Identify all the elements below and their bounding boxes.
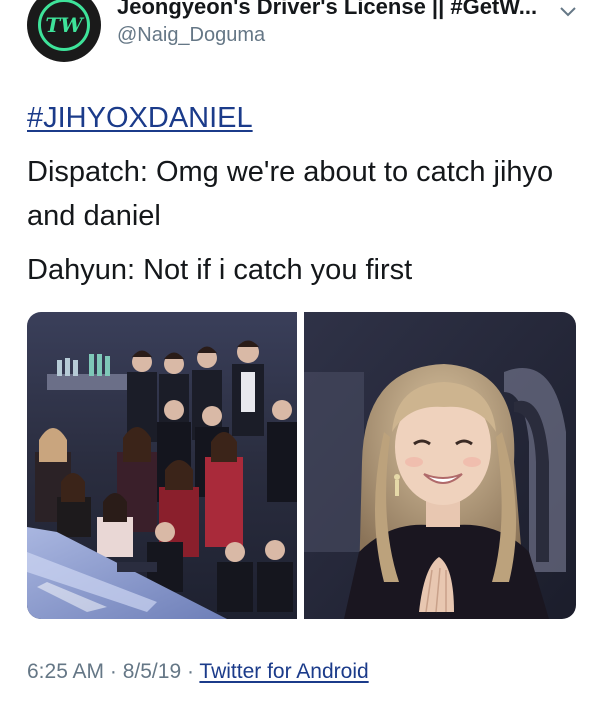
tweet-body: #JIHYOXDANIEL Dispatch: Omg we're about … (27, 96, 587, 302)
tweet-source-link[interactable]: Twitter for Android (199, 660, 368, 683)
avatar[interactable]: TW (27, 0, 101, 62)
meta-separator: · (104, 660, 123, 683)
author-display-name[interactable]: Jeongyeon's Driver's License || #GetW... (117, 0, 537, 20)
avatar-logo-text: TW (45, 13, 83, 37)
twice-logo-icon: TW (38, 0, 90, 51)
chevron-down-icon[interactable] (557, 0, 579, 22)
tweet-line-dahyun: Dahyun: Not if i catch you first (27, 254, 413, 286)
tweet-time[interactable]: 6:25 AM (27, 660, 104, 683)
media-photo-crowd[interactable] (27, 312, 297, 619)
crowd-photo-image (27, 312, 297, 619)
tweet-meta: 6:25 AM · 8/5/19 · Twitter for Android (27, 660, 369, 684)
tweet-line-dispatch: Dispatch: Omg we're about to catch jihyo… (27, 156, 554, 232)
closeup-photo-image (304, 312, 576, 619)
tweet-header: TW Jeongyeon's Driver's License || #GetW… (0, 0, 602, 70)
media-photo-closeup[interactable] (304, 312, 576, 619)
author-handle[interactable]: @Naig_Doguma (117, 24, 265, 47)
tweet-date[interactable]: 8/5/19 (123, 660, 181, 683)
meta-separator: · (181, 660, 200, 683)
hashtag-link[interactable]: #JIHYOXDANIEL (27, 102, 253, 134)
